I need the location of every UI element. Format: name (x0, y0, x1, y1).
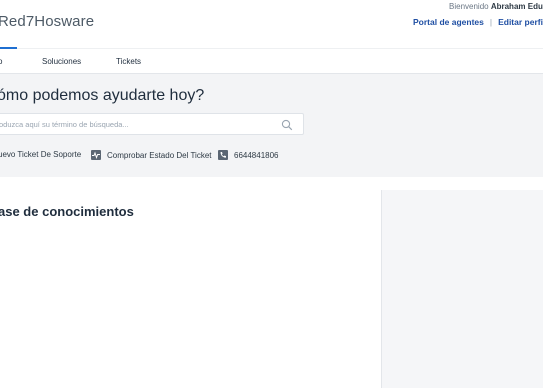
phone-link[interactable]: 6644841806 (218, 150, 279, 160)
sidebar-panel (381, 190, 543, 388)
main-nav: o Soluciones Tickets (0, 48, 543, 74)
header-links: Portal de agentes|Editar perfil| (413, 17, 543, 27)
edit-profile-link[interactable]: Editar perfil (498, 17, 543, 27)
link-separator: | (489, 17, 493, 27)
welcome-user: Abraham Eduard (490, 2, 543, 11)
tab-solutions[interactable]: Soluciones (42, 57, 81, 66)
knowledge-base-title: ase de conocimientos (0, 204, 134, 219)
search-section: ómo podemos ayudarte hoy? oduzca aquí su… (0, 73, 543, 179)
welcome-message: Bienvenido Abraham Eduard (449, 2, 543, 11)
brand-logo[interactable]: Red7Hosware (0, 13, 94, 30)
tab-tickets[interactable]: Tickets (116, 57, 141, 66)
pulse-icon (91, 150, 101, 160)
section-gap (0, 177, 543, 190)
welcome-prefix: Bienvenido (449, 2, 489, 11)
tab-home[interactable]: o (0, 57, 2, 66)
new-ticket-label: uevo Ticket De Soporte (0, 150, 82, 159)
search-heading: ómo podemos ayudarte hoy? (0, 87, 205, 104)
new-ticket-link[interactable]: uevo Ticket De Soporte (0, 150, 81, 159)
active-tab-indicator (0, 47, 17, 49)
check-ticket-status-link[interactable]: Comprobar Estado Del Ticket (91, 150, 212, 160)
knowledge-base-panel: ase de conocimientos (0, 190, 381, 388)
agents-portal-link[interactable]: Portal de agentes (413, 17, 484, 27)
search-input[interactable]: oduzca aquí su término de búsqueda... (0, 113, 304, 135)
phone-icon (218, 150, 228, 160)
top-header: Red7Hosware Bienvenido Abraham Eduard Po… (0, 0, 543, 48)
phone-number: 6644841806 (234, 151, 279, 160)
search-icon[interactable] (281, 119, 293, 131)
search-placeholder: oduzca aquí su término de búsqueda... (0, 120, 129, 129)
check-ticket-status-label: Comprobar Estado Del Ticket (107, 151, 212, 160)
